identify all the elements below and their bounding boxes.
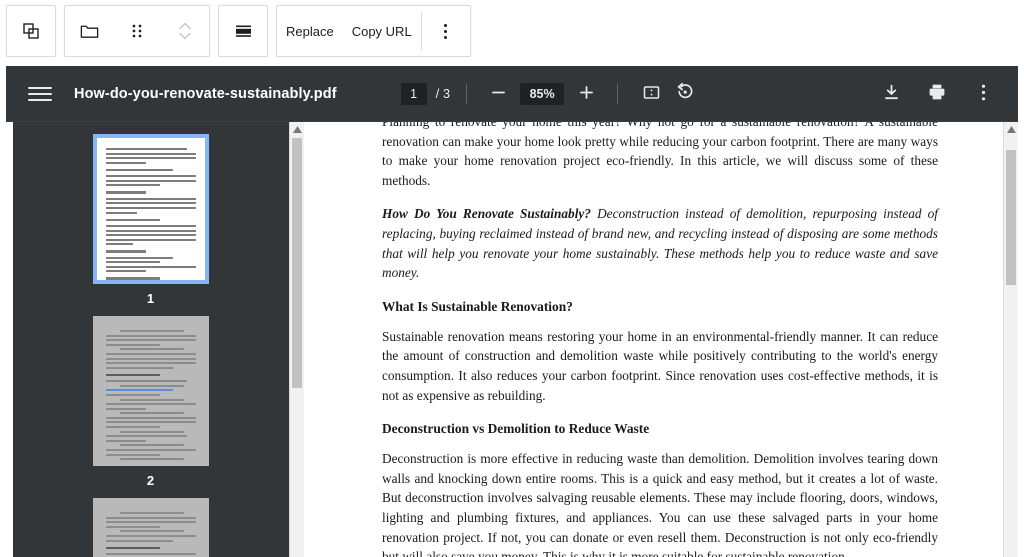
pdf-more-options-button[interactable] bbox=[966, 77, 1000, 111]
pdf-page-controls: / 3 85% bbox=[400, 77, 702, 111]
thumbnail-item[interactable]: 2 bbox=[92, 316, 209, 488]
plus-icon bbox=[578, 84, 595, 104]
document-text-content: Planning to renovate your home this year… bbox=[304, 122, 1002, 557]
doc-heading: Deconstruction vs Demolition to Reduce W… bbox=[382, 421, 650, 437]
thumbnail-item[interactable]: 3 bbox=[92, 498, 209, 557]
chevron-updown-icon bbox=[177, 20, 193, 42]
doc-paragraph: Sustainable renovation means restoring y… bbox=[382, 328, 938, 403]
vertical-dots-icon bbox=[443, 22, 448, 41]
scroll-up-arrow-icon[interactable] bbox=[290, 122, 304, 137]
block-type-group bbox=[6, 5, 56, 57]
block-toolbar: Replace Copy URL bbox=[6, 5, 471, 57]
doc-heading: What Is Sustainable Renovation? bbox=[382, 298, 573, 314]
pdf-viewer: How-do-you-renovate-sustainably.pdf / 3 … bbox=[6, 66, 1018, 557]
doc-paragraph: Deconstruction is more effective in redu… bbox=[382, 451, 938, 557]
replace-button[interactable]: Replace bbox=[277, 6, 343, 56]
print-icon bbox=[927, 82, 947, 105]
hamburger-menu-icon[interactable] bbox=[28, 82, 52, 106]
pdf-toolbar: How-do-you-renovate-sustainably.pdf / 3 … bbox=[6, 66, 1018, 122]
scrollbar-thumb[interactable] bbox=[292, 138, 302, 388]
doc-paragraph-leadin: How Do You Renovate Sustainably? Deconst… bbox=[382, 204, 938, 282]
left-edge-strip bbox=[6, 122, 13, 557]
page-number-input[interactable] bbox=[400, 82, 427, 105]
print-button[interactable] bbox=[920, 77, 954, 111]
zoom-out-button[interactable] bbox=[483, 79, 513, 109]
thumbnail-preview bbox=[96, 138, 205, 280]
pdf-toolbar-right bbox=[874, 77, 1000, 111]
pdf-page-1: Planning to renovate your home this year… bbox=[304, 122, 1002, 557]
align-block-icon bbox=[233, 22, 254, 40]
download-icon bbox=[882, 83, 901, 105]
pdf-file-title: How-do-you-renovate-sustainably.pdf bbox=[74, 85, 337, 102]
rotate-button[interactable] bbox=[668, 77, 702, 111]
thumbnail-label: 2 bbox=[146, 473, 155, 488]
drag-dots-icon bbox=[129, 22, 145, 40]
fit-to-page-button[interactable] bbox=[634, 77, 668, 111]
doc-paragraph: Planning to renovate your home this year… bbox=[382, 122, 938, 188]
folder-icon bbox=[79, 21, 100, 42]
block-type-button[interactable] bbox=[7, 6, 55, 56]
rotate-icon bbox=[675, 82, 695, 105]
scrollbar-thumb[interactable] bbox=[1006, 150, 1016, 285]
file-actions-group: Replace Copy URL bbox=[276, 5, 471, 57]
align-button[interactable] bbox=[219, 6, 267, 56]
document-scrollbar[interactable] bbox=[1003, 122, 1018, 557]
thumbnail-preview bbox=[96, 320, 205, 462]
fit-to-page-icon bbox=[642, 83, 661, 105]
drag-handle-button[interactable] bbox=[113, 6, 161, 56]
thumbnail-page-1[interactable] bbox=[92, 134, 209, 284]
minus-icon bbox=[490, 84, 507, 104]
thumbnail-preview bbox=[96, 502, 205, 557]
thumbnail-sidebar: 1 2 bbox=[13, 122, 304, 557]
doc-lead-in-heading: How Do You Renovate Sustainably? bbox=[382, 206, 591, 222]
thumbnail-page-2[interactable] bbox=[92, 316, 209, 466]
more-options-button[interactable] bbox=[422, 6, 470, 56]
control-divider-2 bbox=[617, 83, 619, 104]
thumbnail-scrollbar[interactable] bbox=[289, 122, 304, 557]
zoom-level-value[interactable]: 85% bbox=[520, 82, 565, 105]
page-total-label: / 3 bbox=[435, 86, 451, 101]
overlapping-squares-icon bbox=[21, 21, 41, 41]
vertical-dots-icon bbox=[981, 83, 986, 105]
thumbnail-list: 1 2 bbox=[13, 122, 288, 557]
thumbnail-item[interactable]: 1 bbox=[92, 134, 209, 306]
control-divider-1 bbox=[466, 83, 468, 104]
block-actions-group bbox=[64, 5, 210, 57]
scroll-up-arrow-icon[interactable] bbox=[1004, 122, 1018, 137]
download-button[interactable] bbox=[874, 77, 908, 111]
copy-url-button[interactable]: Copy URL bbox=[343, 6, 421, 56]
pdf-content-area: 1 2 renovation can make your home look p… bbox=[6, 122, 1018, 557]
move-updown-button[interactable] bbox=[161, 6, 209, 56]
zoom-in-button[interactable] bbox=[571, 79, 601, 109]
document-pane: Planning to renovate your home this year… bbox=[304, 122, 1018, 557]
thumbnail-label: 1 bbox=[146, 291, 155, 306]
file-folder-button[interactable] bbox=[65, 6, 113, 56]
alignment-group bbox=[218, 5, 268, 57]
thumbnail-page-3[interactable] bbox=[92, 498, 209, 557]
